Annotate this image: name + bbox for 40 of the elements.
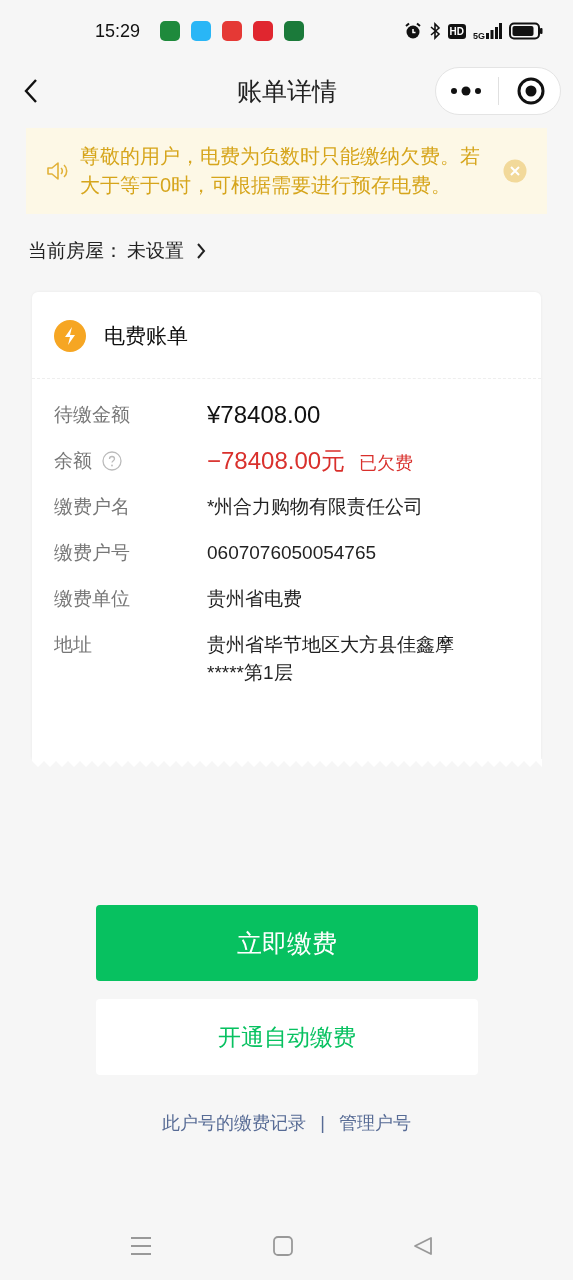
field-value: 0607076050054765: [207, 541, 378, 565]
bluetooth-icon: [428, 22, 441, 40]
signal-icon: [486, 23, 502, 39]
house-value: 未设置: [127, 239, 184, 263]
battery-icon: [509, 22, 543, 40]
help-icon[interactable]: [102, 451, 122, 471]
lightning-icon: [54, 320, 86, 352]
hd-badge: HD: [447, 23, 466, 39]
close-mini-program-icon[interactable]: [515, 76, 546, 106]
house-label: 当前房屋：: [28, 239, 123, 263]
field-label: 待缴金额: [54, 403, 130, 427]
field-label: 余额: [54, 449, 92, 473]
field-label: 缴费户号: [54, 541, 130, 565]
more-icon[interactable]: [450, 86, 483, 96]
home-icon[interactable]: [272, 1236, 293, 1256]
network-label: 5G: [473, 31, 485, 41]
chevron-right-icon: [196, 242, 206, 260]
speaker-icon: [46, 159, 70, 183]
text-link[interactable]: 管理户号: [338, 1111, 411, 1135]
menu-icon[interactable]: [130, 1236, 152, 1256]
status-time: 15:29: [95, 20, 141, 42]
field-label: 地址: [54, 633, 92, 657]
page-title: 账单详情: [235, 75, 338, 107]
notice-text: 尊敬的用户，电费为负数时只能缴纳欠费。若大于等于0时，可根据需要进行预存电费。: [80, 144, 481, 198]
arrears-status: 已欠费: [359, 452, 414, 475]
field-value: *州合力购物有限责任公司: [207, 495, 425, 519]
card-title: 电费账单: [104, 323, 188, 349]
house-selector[interactable]: 当前房屋： 未设置: [28, 238, 545, 264]
link-separator: |: [320, 1112, 325, 1134]
back-icon[interactable]: [24, 78, 38, 104]
back-triangle-icon[interactable]: [413, 1236, 433, 1256]
alarm-icon: [403, 22, 422, 40]
balance-value: −78408.00元: [207, 447, 346, 475]
field-label: 缴费单位: [54, 587, 130, 611]
text-link[interactable]: 此户号的缴费记录: [162, 1111, 307, 1135]
amount-value: ¥78408.00: [207, 401, 322, 429]
field-value: 贵州省电费: [207, 587, 303, 611]
field-value: 贵州省毕节地区大方县佳鑫摩*****第1层: [207, 633, 455, 685]
field-label: 缴费户名: [54, 495, 130, 519]
close-icon[interactable]: [503, 159, 527, 183]
